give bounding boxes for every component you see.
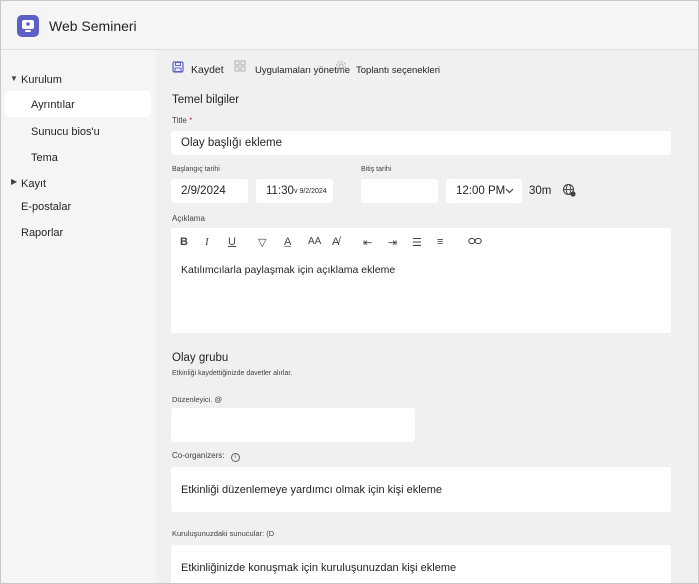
start-time-value: 11:30 — [266, 185, 294, 197]
italic-icon[interactable]: I — [205, 236, 209, 248]
app-header: Web Semineri — [1, 1, 698, 50]
organizer-field[interactable] — [171, 408, 415, 442]
outdent-icon[interactable]: ⇤ — [363, 236, 372, 249]
organizer-label: Düzenleyici. @ — [172, 395, 223, 404]
start-time-field[interactable]: 11:30 v 9/2/2024 — [256, 179, 333, 203]
timezone-globe-icon[interactable] — [562, 183, 576, 197]
indent-icon[interactable]: ⇥ — [388, 236, 397, 249]
title-label: Title * — [172, 116, 193, 125]
description-placeholder: Katılımcılarla paylaşmak için açıklama e… — [181, 264, 396, 276]
bold-icon[interactable]: B — [180, 236, 188, 248]
start-date-value: 2/9/2024 — [181, 185, 226, 197]
sidebar-group-label: Kurulum — [21, 74, 62, 86]
sidebar-item-emails[interactable]: E-postalar — [21, 201, 71, 213]
end-date-field[interactable] — [361, 179, 438, 203]
co-organizers-label: Co-organizers: i — [172, 451, 240, 462]
start-date-field[interactable]: 2/9/2024 — [171, 179, 248, 203]
sidebar-group-label: Kayıt — [21, 178, 47, 190]
end-time-dropdown[interactable]: 12:00 PM — [446, 179, 522, 203]
clear-format-icon[interactable]: A̸ — [332, 236, 339, 248]
settings-icon — [336, 61, 346, 71]
underline-icon[interactable]: U — [228, 236, 236, 248]
event-group-subtitle: Etkinliği kaydettiğinizde davetler alırl… — [172, 370, 293, 377]
start-time-hint: v 9/2/2024 — [294, 188, 327, 195]
info-icon[interactable]: i — [230, 453, 240, 462]
highlight-icon[interactable]: A̲ — [284, 236, 291, 248]
sidebar-item-presenter-bios[interactable]: Sunucu bios'u — [31, 126, 100, 138]
bullet-list-icon[interactable]: ☰ — [412, 236, 422, 249]
duration-label: 30m — [529, 185, 552, 197]
app-title: Web Semineri — [49, 18, 137, 34]
strikethrough-icon[interactable]: ▽ — [258, 236, 266, 249]
sidebar-item-label: Ayrıntılar — [31, 99, 75, 111]
caret-down-icon: ▼ — [10, 74, 18, 83]
sidebar-item-reports[interactable]: Raporlar — [21, 227, 63, 239]
numbered-list-icon[interactable]: ≡ — [437, 236, 443, 248]
section-title-basic-info: Temel bilgiler — [172, 94, 240, 106]
presenters-label: Kuruluşunuzdaki sunucular: (D — [172, 529, 275, 538]
title-input-placeholder: Olay başlığı ekleme — [181, 137, 282, 149]
title-input[interactable]: Olay başlığı ekleme — [171, 131, 671, 155]
meeting-options-label: Toplantı seçenekleri — [356, 65, 440, 76]
presenters-placeholder: Etkinliğinizde konuşmak için kuruluşunuz… — [181, 561, 457, 574]
end-date-label: Bitiş tarihi — [361, 166, 392, 173]
co-organizers-input[interactable]: Etkinliği düzenlemeye yardımcı olmak içi… — [171, 467, 671, 512]
start-date-label: Başlangıç tarihi — [172, 166, 220, 173]
required-marker: * — [189, 116, 193, 125]
sidebar: ▼ Kurulum Ayrıntılar Sunucu bios'u Tema … — [1, 50, 156, 583]
sidebar-item-theme[interactable]: Tema — [31, 152, 58, 164]
save-label: Kaydet — [191, 64, 224, 76]
chevron-down-icon — [505, 188, 514, 194]
end-time-value: 12:00 PM — [456, 185, 506, 197]
section-title-event-group: Olay grubu — [172, 352, 229, 364]
webinar-window: Web Semineri ▼ Kurulum Ayrıntılar Sunucu… — [0, 0, 699, 584]
link-icon[interactable] — [468, 236, 482, 246]
sidebar-item-details[interactable]: Ayrıntılar — [5, 91, 151, 117]
save-icon — [172, 61, 184, 73]
presenters-input[interactable]: Etkinliğinizde konuşmak için kuruluşunuz… — [171, 545, 671, 583]
co-organizers-placeholder: Etkinliği düzenlemeye yardımcı olmak içi… — [181, 483, 443, 496]
caret-right-icon: ▶ — [11, 177, 18, 186]
font-size-icon[interactable]: AA — [308, 236, 321, 247]
apps-icon — [234, 60, 246, 72]
webinar-app-icon — [17, 15, 39, 37]
description-label: Açıklama — [172, 214, 205, 223]
